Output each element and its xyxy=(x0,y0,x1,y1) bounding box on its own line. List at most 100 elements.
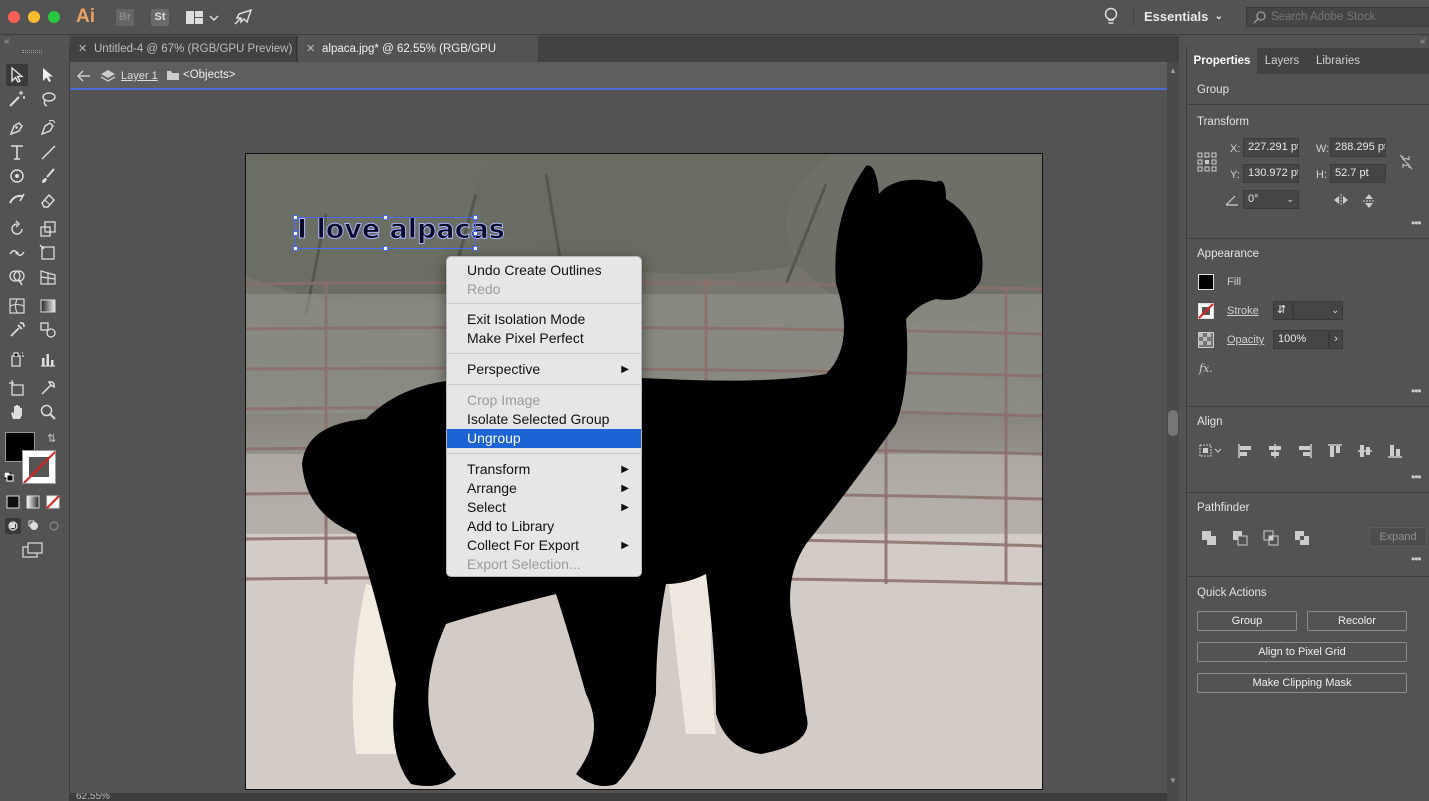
align-top-icon[interactable] xyxy=(1327,443,1343,462)
scroll-up-icon[interactable]: ▲ xyxy=(1169,66,1177,75)
alpaca-photo-and-silhouette[interactable] xyxy=(246,154,1043,790)
chevron-right-icon[interactable]: › xyxy=(1329,330,1343,349)
menu-item-ungroup[interactable]: Ungroup xyxy=(447,429,641,448)
window-minimize-button[interactable] xyxy=(28,11,40,23)
color-mode-icon[interactable] xyxy=(6,495,20,512)
column-graph-tool-icon[interactable] xyxy=(37,348,59,370)
hand-tool-icon[interactable] xyxy=(6,401,28,423)
stock-search-input[interactable] xyxy=(1271,9,1421,25)
vertical-scrollbar[interactable]: ▲ ▼ xyxy=(1167,62,1179,801)
h-field[interactable]: 52.7 pt xyxy=(1330,164,1386,183)
fx-icon[interactable]: fx. xyxy=(1199,362,1213,375)
rotate-field[interactable]: 0° ⌄ xyxy=(1243,190,1299,209)
resize-handle[interactable] xyxy=(473,231,478,236)
reference-point-icon[interactable] xyxy=(1197,152,1217,175)
menu-item-arrange[interactable]: Arrange ▶ xyxy=(447,479,641,498)
blend-tool-icon[interactable] xyxy=(37,319,59,341)
constrain-proportions-icon[interactable] xyxy=(1399,154,1413,173)
learn-button[interactable] xyxy=(1102,7,1120,27)
scroll-down-icon[interactable]: ▼ xyxy=(1169,776,1177,785)
y-field[interactable]: 130.972 pt xyxy=(1243,164,1299,183)
chevron-down-icon[interactable]: ⌄ xyxy=(1286,191,1294,208)
menu-item-undo-create-outlines[interactable]: Undo Create Outlines xyxy=(447,261,641,280)
unite-icon[interactable] xyxy=(1201,530,1217,549)
align-horizontal-center-icon[interactable] xyxy=(1267,443,1283,462)
stroke-weight-field[interactable]: ⌄ xyxy=(1293,301,1343,320)
zoom-tool-icon[interactable] xyxy=(37,401,59,423)
flip-horizontal-icon[interactable] xyxy=(1333,194,1349,209)
menu-item-transform[interactable]: Transform ▶ xyxy=(447,460,641,479)
stroke-weight-stepper[interactable]: ⇵ xyxy=(1273,301,1293,320)
stock-button[interactable]: St xyxy=(151,9,169,26)
tab-libraries[interactable]: Libraries xyxy=(1307,48,1369,74)
rotate-tool-icon[interactable] xyxy=(6,218,28,240)
gpu-performance-button[interactable] xyxy=(233,8,253,26)
panel-grip[interactable] xyxy=(22,50,42,53)
group-button[interactable]: Group xyxy=(1197,611,1297,631)
menu-item-exit-isolation-mode[interactable]: Exit Isolation Mode xyxy=(447,310,641,329)
document-tab-active[interactable]: ✕ alpaca.jpg* @ 62.55% (RGB/GPU Preview) xyxy=(298,36,538,81)
resize-handle[interactable] xyxy=(293,246,298,251)
chevron-down-icon[interactable]: ⌄ xyxy=(1331,302,1339,319)
tab-properties[interactable]: Properties xyxy=(1187,48,1257,74)
fill-swatch[interactable] xyxy=(1198,274,1214,290)
intersect-icon[interactable] xyxy=(1263,530,1279,549)
back-arrow-icon[interactable] xyxy=(76,69,92,83)
resize-handle[interactable] xyxy=(473,215,478,220)
arrange-documents-button[interactable] xyxy=(185,9,221,26)
menu-item-select[interactable]: Select ▶ xyxy=(447,498,641,517)
scrollbar-thumb[interactable] xyxy=(1168,410,1178,436)
draw-behind-icon[interactable] xyxy=(26,518,42,537)
tab-layers[interactable]: Layers xyxy=(1257,48,1307,74)
resize-handle[interactable] xyxy=(293,215,298,220)
stock-search[interactable] xyxy=(1246,7,1429,27)
pen-tool-icon[interactable] xyxy=(6,117,28,139)
selection-tool-icon[interactable] xyxy=(6,64,28,86)
default-colors-icon[interactable] xyxy=(3,471,14,482)
align-bottom-icon[interactable] xyxy=(1387,443,1403,462)
stroke-color-swatch[interactable] xyxy=(22,450,56,484)
draw-normal-icon[interactable] xyxy=(5,518,21,537)
mesh-tool-icon[interactable] xyxy=(6,295,28,317)
bridge-button[interactable]: Br xyxy=(116,9,134,26)
x-field[interactable]: 227.291 pt xyxy=(1243,138,1299,157)
more-options-icon[interactable]: ••• xyxy=(1411,216,1422,230)
type-tool-icon[interactable] xyxy=(6,141,28,163)
shape-builder-tool-icon[interactable] xyxy=(6,266,28,288)
align-to-selection-icon[interactable] xyxy=(1199,443,1225,462)
zoom-level[interactable]: 62.55% xyxy=(76,793,110,801)
perspective-grid-tool-icon[interactable] xyxy=(37,266,59,288)
swap-colors-icon[interactable]: ⇅ xyxy=(47,432,56,445)
none-mode-icon[interactable] xyxy=(46,495,60,512)
expand-button[interactable]: Expand xyxy=(1369,527,1427,547)
screen-mode-icon[interactable] xyxy=(22,542,44,561)
align-to-pixel-grid-button[interactable]: Align to Pixel Grid xyxy=(1197,642,1407,662)
curvature-tool-icon[interactable] xyxy=(37,117,59,139)
direct-selection-tool-icon[interactable] xyxy=(37,64,59,86)
make-clipping-mask-button[interactable]: Make Clipping Mask xyxy=(1197,673,1407,693)
document-tab[interactable]: ✕ Untitled-4 @ 67% (RGB/GPU Preview) xyxy=(70,36,297,62)
resize-handle[interactable] xyxy=(383,246,388,251)
window-maximize-button[interactable] xyxy=(48,11,60,23)
breadcrumb-layer[interactable]: Layer 1 xyxy=(121,70,158,82)
breadcrumb-group[interactable]: <Objects> xyxy=(183,69,235,81)
w-field[interactable]: 288.295 pt xyxy=(1330,138,1386,157)
magic-wand-tool-icon[interactable] xyxy=(6,88,28,110)
resize-handle[interactable] xyxy=(383,215,388,220)
opacity-field[interactable]: 100% xyxy=(1273,330,1329,349)
menu-item-make-pixel-perfect[interactable]: Make Pixel Perfect xyxy=(447,329,641,348)
exclude-icon[interactable] xyxy=(1294,530,1310,549)
resize-handle[interactable] xyxy=(473,246,478,251)
menu-item-isolate-selected-group[interactable]: Isolate Selected Group xyxy=(447,410,641,429)
slice-tool-icon[interactable] xyxy=(37,377,59,399)
menu-item-add-to-library[interactable]: Add to Library xyxy=(447,517,641,536)
shaper-tool-icon[interactable] xyxy=(6,165,28,187)
window-close-button[interactable] xyxy=(8,11,20,23)
recolor-button[interactable]: Recolor xyxy=(1307,611,1407,631)
opacity-label[interactable]: Opacity xyxy=(1227,334,1264,346)
more-options-icon[interactable]: ••• xyxy=(1411,384,1422,398)
more-options-icon[interactable]: ••• xyxy=(1411,470,1422,484)
scale-tool-icon[interactable] xyxy=(37,218,59,240)
artboard-tool-icon[interactable] xyxy=(6,377,28,399)
paintbrush-tool-icon[interactable] xyxy=(37,165,59,187)
